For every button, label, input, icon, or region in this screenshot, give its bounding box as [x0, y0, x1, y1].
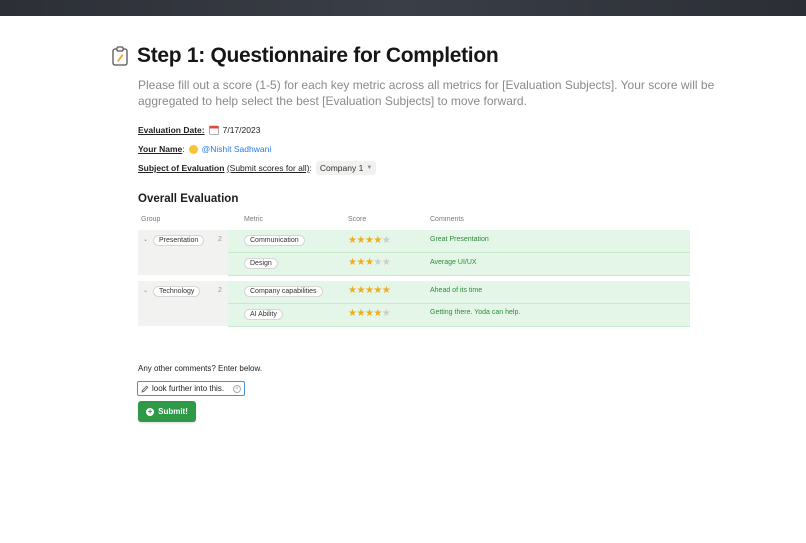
section-title: Overall Evaluation	[138, 193, 239, 205]
metric-chip[interactable]: Company capabilities	[244, 286, 323, 297]
row-divider	[228, 275, 690, 276]
your-name-row: Your Name : @Nishit Sadhwani	[138, 144, 271, 154]
subject-select[interactable]: Company 1 ▼	[315, 161, 377, 175]
page-title: Step 1: Questionnaire for Completion	[137, 44, 499, 67]
page-description: Please fill out a score (1-5) for each k…	[138, 78, 715, 108]
subject-select-value: Company 1	[319, 163, 364, 173]
subject-row: Subject of Evaluation (Submit scores for…	[138, 161, 377, 175]
chevron-down-icon[interactable]: ⌄	[143, 287, 148, 294]
comment-text[interactable]: Ahead of its time	[430, 287, 482, 294]
star-icon[interactable]: ★	[382, 308, 391, 319]
star-icon[interactable]: ★	[382, 285, 391, 296]
row-divider	[228, 326, 690, 327]
user-mention[interactable]: @Nishit Sadhwani	[202, 144, 272, 154]
plus-circle-icon: +	[146, 406, 155, 416]
star-icon[interactable]: ★	[373, 235, 382, 246]
comment-text[interactable]: Getting there. Yoda can help.	[430, 309, 520, 316]
star-rating[interactable]: ★★★★★	[348, 257, 391, 268]
group-count: 2	[218, 236, 222, 243]
star-icon[interactable]: ★	[373, 308, 382, 319]
smile-emoji-icon	[188, 144, 198, 154]
star-icon[interactable]: ★	[356, 257, 365, 268]
chevron-down-icon: ▼	[366, 165, 373, 171]
group-chip[interactable]: Presentation	[153, 235, 205, 246]
submit-button[interactable]: + Submit!	[138, 401, 196, 422]
star-icon[interactable]: ★	[356, 235, 365, 246]
evaluation-date-label: Evaluation Date:	[138, 125, 205, 135]
star-icon[interactable]: ★	[382, 257, 391, 268]
star-icon[interactable]: ★	[373, 257, 382, 268]
subject-hint: (Submit scores for all)	[226, 163, 310, 173]
comment-text[interactable]: Average UI/UX	[430, 259, 477, 266]
evaluation-date-value[interactable]: 7/17/2023	[223, 125, 261, 135]
chevron-down-icon[interactable]: ⌄	[143, 236, 148, 243]
star-rating[interactable]: ★★★★★	[348, 285, 391, 296]
metric-chip[interactable]: Design	[244, 258, 278, 269]
group-count: 2	[218, 287, 222, 294]
group-chip[interactable]: Technology	[153, 286, 201, 297]
other-comments-label: Any other comments? Enter below.	[138, 364, 263, 373]
star-rating[interactable]: ★★★★★	[348, 308, 391, 319]
submit-button-label: Submit!	[158, 407, 188, 416]
pencil-icon	[141, 385, 149, 393]
star-icon[interactable]: ★	[356, 308, 365, 319]
calendar-icon	[208, 125, 219, 135]
top-bar	[0, 0, 806, 16]
star-rating[interactable]: ★★★★★	[348, 235, 391, 246]
column-header-group[interactable]: Group	[141, 216, 160, 223]
clear-icon[interactable]: ×	[233, 384, 241, 393]
star-icon[interactable]: ★	[373, 285, 382, 296]
column-header-score[interactable]: Score	[348, 216, 366, 223]
title-row: Step 1: Questionnaire for Completion	[112, 44, 499, 68]
column-header-comments[interactable]: Comments	[430, 216, 464, 223]
star-icon[interactable]: ★	[382, 235, 391, 246]
comments-input-value: look further into this.	[152, 384, 225, 393]
your-name-label: Your Name	[138, 144, 183, 154]
subject-separator: :	[309, 163, 312, 173]
comments-input[interactable]: look further into this. ×	[137, 381, 245, 396]
metric-chip[interactable]: Communication	[244, 235, 305, 246]
metric-chip[interactable]: AI Ability	[244, 309, 283, 320]
column-header-metric[interactable]: Metric	[244, 216, 263, 223]
evaluation-date-row: Evaluation Date: 7/17/2023	[138, 125, 260, 135]
star-icon[interactable]: ★	[356, 285, 365, 296]
clipboard-icon	[112, 46, 128, 66]
subject-label: Subject of Evaluation	[138, 163, 225, 173]
your-name-separator: :	[182, 144, 185, 154]
comment-text[interactable]: Great Presentation	[430, 236, 489, 243]
